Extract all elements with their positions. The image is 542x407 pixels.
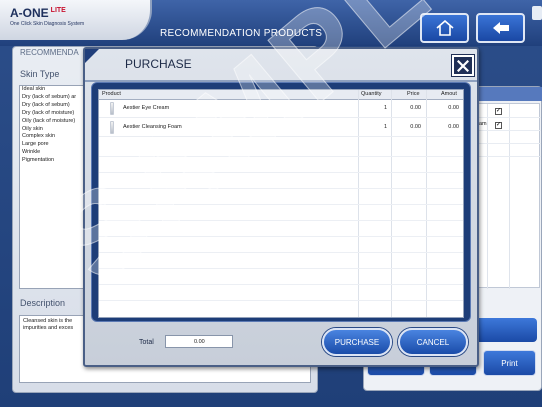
purchase-dialog: PURCHASE Product Quantity Price Amout Ae… [83, 47, 479, 367]
empty-row-line [99, 204, 463, 205]
product-amount: 0.00 [448, 124, 459, 130]
screen-title: RECOMMENDATION PRODUCTS [160, 28, 323, 39]
column-header-quantity: Quantity [361, 91, 382, 97]
description-label: Description [20, 298, 66, 308]
close-button[interactable] [452, 55, 474, 76]
app-logo: A-ONE LITE [10, 6, 66, 20]
empty-row-line [99, 252, 463, 253]
empty-row-line [99, 220, 463, 221]
product-checkbox[interactable]: ✓ [495, 108, 502, 115]
grid-divider [487, 104, 488, 289]
product-thumbnail [110, 102, 114, 115]
logo-panel: A-ONE LITE One Click Skin Diagnosis Syste… [0, 0, 152, 40]
empty-row-line [99, 300, 463, 301]
recommendation-tab[interactable]: RECOMMENDA [20, 48, 79, 57]
logo-edition: LITE [50, 7, 66, 14]
back-arrow-icon [492, 22, 509, 34]
dialog-titlebar: PURCHASE [85, 49, 477, 77]
empty-row-line [99, 236, 463, 237]
print-button[interactable]: Print [483, 350, 536, 376]
column-header-amount: Amout [441, 91, 457, 97]
purchase-table: Product Quantity Price Amout Aestier Eye… [98, 89, 464, 318]
logo-subtitle: One Click Skin Diagnosis System [10, 21, 85, 27]
close-icon [457, 59, 469, 72]
cancel-button[interactable]: CANCEL [398, 328, 468, 356]
product-name: Aestier Cleansing Foam [123, 124, 182, 130]
purchase-grid-frame: Product Quantity Price Amout Aestier Eye… [91, 82, 471, 322]
product-row-text: am [479, 121, 487, 127]
column-header-price: Price [407, 91, 420, 97]
product-price: 0.00 [410, 105, 421, 111]
top-bar: A-ONE LITE One Click Skin Diagnosis Syste… [0, 0, 542, 46]
home-icon [435, 20, 454, 36]
column-header-product: Product [102, 91, 121, 97]
product-quantity: 1 [383, 124, 387, 130]
dialog-title: PURCHASE [125, 57, 192, 71]
product-checkbox[interactable]: ✓ [495, 122, 502, 129]
product-name: Aestier Eye Cream [123, 105, 170, 111]
empty-row-line [99, 188, 463, 189]
check-icon: ✓ [496, 108, 502, 114]
product-amount: 0.00 [448, 105, 459, 111]
product-price: 0.00 [410, 124, 421, 130]
table-header: Product Quantity Price Amout [99, 90, 463, 100]
table-row[interactable]: Aestier Cleansing Foam 1 0.00 0.00 [99, 119, 463, 137]
empty-row-line [99, 268, 463, 269]
home-button[interactable] [420, 13, 469, 43]
dialog-corner-accent [85, 49, 99, 63]
check-icon: ✓ [496, 122, 502, 128]
total-label: Total [139, 339, 154, 346]
logo-title: A-ONE [10, 6, 49, 20]
product-quantity: 1 [383, 105, 387, 111]
back-button[interactable] [476, 13, 525, 43]
table-row[interactable]: Aestier Eye Cream 1 0.00 0.00 [99, 100, 463, 118]
empty-row-line [99, 156, 463, 157]
empty-row-line [99, 284, 463, 285]
purchase-button[interactable]: PURCHASE [322, 328, 392, 356]
product-thumbnail [110, 121, 114, 134]
corner-tab [532, 6, 542, 20]
empty-row-line [99, 172, 463, 173]
total-value-field: 0.00 [165, 335, 233, 348]
skin-type-label: Skin Type [20, 69, 60, 79]
grid-divider [509, 104, 510, 289]
